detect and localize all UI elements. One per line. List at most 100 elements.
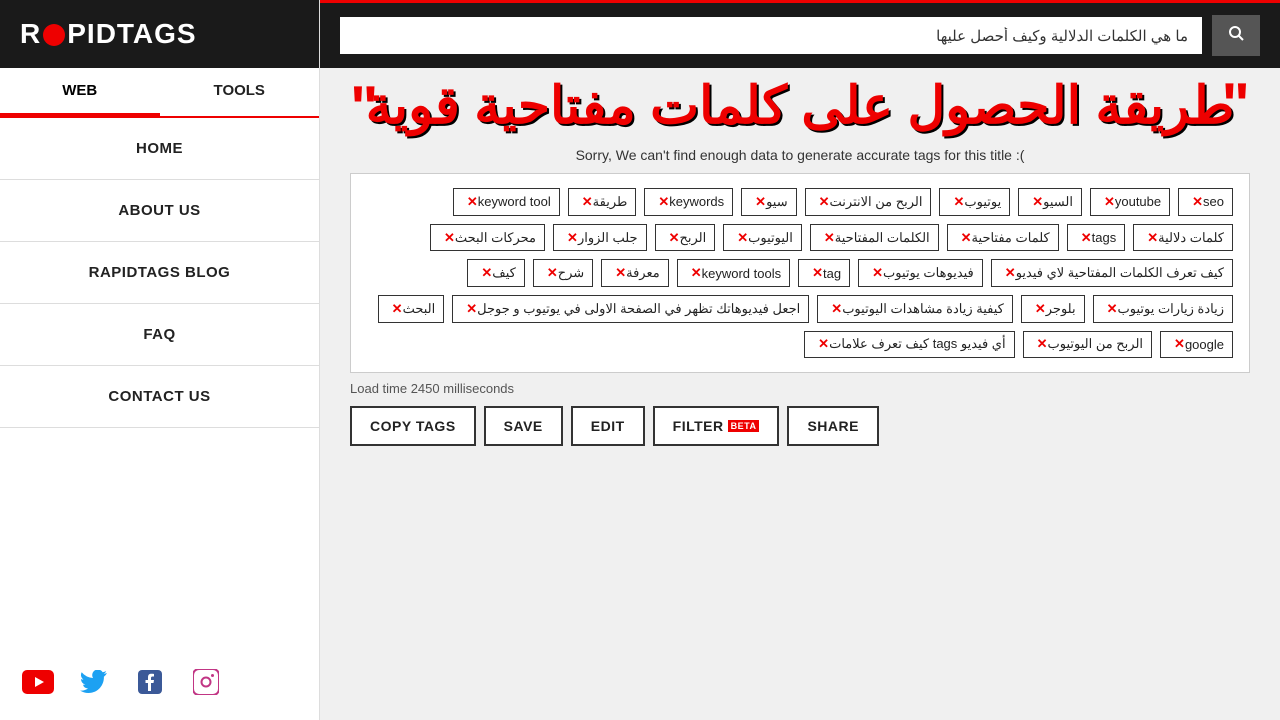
tag-item[interactable]: أي فيديو tags كيف تعرف علامات ✕: [804, 331, 1014, 359]
tag-remove-icon[interactable]: ✕: [1174, 336, 1185, 352]
tag-item[interactable]: كيف ✕: [467, 259, 524, 287]
tag-item[interactable]: كيف تعرف الكلمات المفتاحية لاي فيديو ✕: [991, 259, 1233, 287]
tag-remove-icon[interactable]: ✕: [1005, 265, 1016, 281]
tag-remove-icon[interactable]: ✕: [658, 194, 669, 210]
tag-remove-icon[interactable]: ✕: [1192, 194, 1203, 210]
nav-about[interactable]: ABOUT US: [0, 180, 319, 242]
tag-remove-icon[interactable]: ✕: [481, 265, 492, 281]
filter-button[interactable]: FILTER BETA: [653, 406, 780, 446]
tag-remove-icon[interactable]: ✕: [1081, 230, 1092, 246]
arabic-headline: طريقة الحصول على كلمات مفتاحية قوية: [360, 78, 1240, 135]
save-button[interactable]: SAVE: [484, 406, 563, 446]
tag-item[interactable]: tag ✕: [798, 259, 850, 287]
sidebar: RPIDTAGS WEB TOOLS HOME ABOUT US RAPIDTA…: [0, 0, 320, 720]
search-button[interactable]: [1212, 15, 1260, 56]
tag-remove-icon[interactable]: ✕: [872, 265, 883, 281]
tag-remove-icon[interactable]: ✕: [1147, 230, 1158, 246]
tag-item[interactable]: اليوتيوب ✕: [723, 224, 802, 252]
tag-item[interactable]: الربح ✕: [655, 224, 716, 252]
tag-remove-icon[interactable]: ✕: [953, 194, 964, 210]
tag-item[interactable]: keyword tools ✕: [677, 259, 790, 287]
action-buttons: COPY TAGS SAVE EDIT FILTER BETA SHARE: [350, 406, 1250, 446]
nav-faq[interactable]: FAQ: [0, 304, 319, 366]
sorry-message: Sorry, We can't find enough data to gene…: [350, 147, 1250, 163]
tag-item[interactable]: محركات البحث ✕: [430, 224, 545, 252]
tab-web[interactable]: WEB: [0, 68, 160, 116]
tag-remove-icon[interactable]: ✕: [1035, 301, 1046, 317]
youtube-icon[interactable]: [20, 664, 56, 700]
tag-remove-icon[interactable]: ✕: [582, 194, 593, 210]
tag-item[interactable]: seo ✕: [1178, 188, 1233, 216]
tag-item[interactable]: بلوجر ✕: [1021, 295, 1085, 323]
search-input[interactable]: [340, 17, 1202, 54]
nav-home[interactable]: HOME: [0, 118, 319, 180]
headline-wrapper: " طريقة الحصول على كلمات مفتاحية قوية ": [350, 78, 1250, 135]
tag-remove-icon[interactable]: ✕: [824, 230, 835, 246]
tag-item[interactable]: يوتيوب ✕: [939, 188, 1010, 216]
tag-item[interactable]: جلب الزوار ✕: [553, 224, 647, 252]
tag-remove-icon[interactable]: ✕: [1104, 194, 1115, 210]
tag-remove-icon[interactable]: ✕: [547, 265, 558, 281]
tag-remove-icon[interactable]: ✕: [818, 336, 829, 352]
search-bar: [320, 3, 1280, 68]
tag-remove-icon[interactable]: ✕: [812, 265, 823, 281]
tag-remove-icon[interactable]: ✕: [467, 194, 478, 210]
tag-remove-icon[interactable]: ✕: [669, 230, 680, 246]
twitter-icon[interactable]: [76, 664, 112, 700]
tag-item[interactable]: tags ✕: [1067, 224, 1125, 252]
logo: RPIDTAGS: [20, 18, 197, 50]
tag-remove-icon[interactable]: ✕: [466, 301, 477, 317]
tag-item[interactable]: كيفية زيادة مشاهدات اليوتيوب ✕: [817, 295, 1013, 323]
tag-item[interactable]: الكلمات المفتاحية ✕: [810, 224, 939, 252]
tag-remove-icon[interactable]: ✕: [1107, 301, 1118, 317]
tag-remove-icon[interactable]: ✕: [567, 230, 578, 246]
tag-remove-icon[interactable]: ✕: [755, 194, 766, 210]
content-area: " طريقة الحصول على كلمات مفتاحية قوية " …: [320, 68, 1280, 720]
tag-remove-icon[interactable]: ✕: [961, 230, 972, 246]
tag-remove-icon[interactable]: ✕: [737, 230, 748, 246]
tag-remove-icon[interactable]: ✕: [392, 301, 403, 317]
tag-item[interactable]: اجعل فيديوهاتك تظهر في الصفحة الاولى في …: [452, 295, 809, 323]
nav-blog[interactable]: RAPIDTAGS BLOG: [0, 242, 319, 304]
tag-item[interactable]: google ✕: [1160, 331, 1233, 359]
tag-item[interactable]: الربح من اليوتيوب ✕: [1023, 331, 1152, 359]
tag-item[interactable]: كلمات مفتاحية ✕: [947, 224, 1059, 252]
filter-label: FILTER: [673, 418, 724, 434]
tag-item[interactable]: شرح ✕: [533, 259, 593, 287]
tab-tools[interactable]: TOOLS: [160, 68, 320, 116]
beta-badge: BETA: [728, 420, 760, 432]
tag-item[interactable]: فيديوهات يوتيوب ✕: [858, 259, 983, 287]
tag-item[interactable]: سيو ✕: [741, 188, 796, 216]
tag-item[interactable]: youtube ✕: [1090, 188, 1170, 216]
tag-item[interactable]: زيادة زيارات يوتيوب ✕: [1093, 295, 1233, 323]
tag-item[interactable]: طريقة ✕: [568, 188, 637, 216]
tag-item[interactable]: معرفة ✕: [601, 259, 669, 287]
nav-tabs: WEB TOOLS: [0, 68, 319, 118]
main-content: " طريقة الحصول على كلمات مفتاحية قوية " …: [320, 0, 1280, 720]
share-button[interactable]: SHARE: [787, 406, 879, 446]
edit-button[interactable]: EDIT: [571, 406, 645, 446]
logo-area: RPIDTAGS: [0, 0, 319, 68]
tag-remove-icon[interactable]: ✕: [615, 265, 626, 281]
tag-remove-icon[interactable]: ✕: [1032, 194, 1043, 210]
tag-item[interactable]: السيو ✕: [1018, 188, 1082, 216]
facebook-icon[interactable]: [132, 664, 168, 700]
tag-remove-icon[interactable]: ✕: [1037, 336, 1048, 352]
tag-item[interactable]: البحث ✕: [378, 295, 445, 323]
tag-item[interactable]: الربح من الانترنت ✕: [805, 188, 932, 216]
quote-left: ": [350, 78, 378, 138]
logo-icon: [43, 24, 65, 46]
social-icons: [0, 644, 319, 720]
copy-tags-button[interactable]: COPY TAGS: [350, 406, 476, 446]
tag-remove-icon[interactable]: ✕: [819, 194, 830, 210]
tag-remove-icon[interactable]: ✕: [831, 301, 842, 317]
tag-item[interactable]: keyword tool ✕: [453, 188, 560, 216]
tag-remove-icon[interactable]: ✕: [444, 230, 455, 246]
load-time: Load time 2450 milliseconds: [350, 381, 1250, 396]
quote-right: ": [1222, 75, 1250, 135]
nav-contact[interactable]: CONTACT US: [0, 366, 319, 428]
tag-item[interactable]: كلمات دلالية ✕: [1133, 224, 1233, 252]
instagram-icon[interactable]: [188, 664, 224, 700]
tag-remove-icon[interactable]: ✕: [691, 265, 702, 281]
tag-item[interactable]: keywords ✕: [644, 188, 733, 216]
